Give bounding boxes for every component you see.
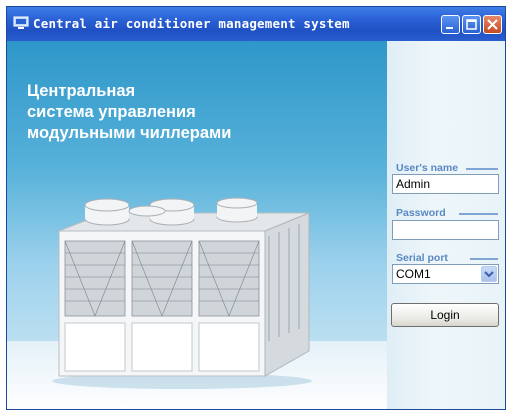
password-label-line	[459, 213, 498, 215]
close-icon	[487, 19, 498, 30]
hero-line-2: система управления	[27, 103, 196, 121]
main-content: Центральная система управления модульным…	[7, 41, 505, 409]
app-icon	[13, 16, 29, 29]
login-panel: User's name Password Serial port COM1 Lo…	[387, 41, 505, 409]
login-button[interactable]: Login	[391, 303, 499, 327]
username-label: User's name	[396, 162, 459, 174]
maximize-button[interactable]	[462, 15, 481, 34]
serial-port-select[interactable]: COM1	[392, 264, 499, 284]
username-label-line	[466, 168, 498, 170]
chiller-unit-image	[52, 197, 312, 389]
hero-line-3: модульными чиллерами	[27, 124, 232, 142]
minimize-icon	[446, 27, 453, 29]
serial-port-value: COM1	[396, 267, 431, 281]
password-input[interactable]	[392, 220, 499, 240]
username-input[interactable]	[392, 174, 499, 194]
maximize-icon	[466, 19, 477, 30]
hero-heading: Центральная система управления модульным…	[27, 81, 231, 144]
close-button[interactable]	[483, 15, 502, 34]
serial-port-label: Serial port	[396, 252, 448, 264]
serial-port-label-line	[470, 258, 498, 260]
chevron-down-icon	[484, 271, 494, 278]
title-bar[interactable]: Central air conditioner management syste…	[7, 7, 505, 41]
app-window: Central air conditioner management syste…	[6, 6, 506, 410]
window-title: Central air conditioner management syste…	[33, 16, 350, 31]
minimize-button[interactable]	[441, 15, 460, 34]
hero-banner: Центральная система управления модульным…	[7, 41, 387, 409]
dropdown-button[interactable]	[481, 266, 497, 282]
password-label: Password	[396, 207, 446, 219]
hero-line-1: Центральная	[27, 82, 136, 100]
